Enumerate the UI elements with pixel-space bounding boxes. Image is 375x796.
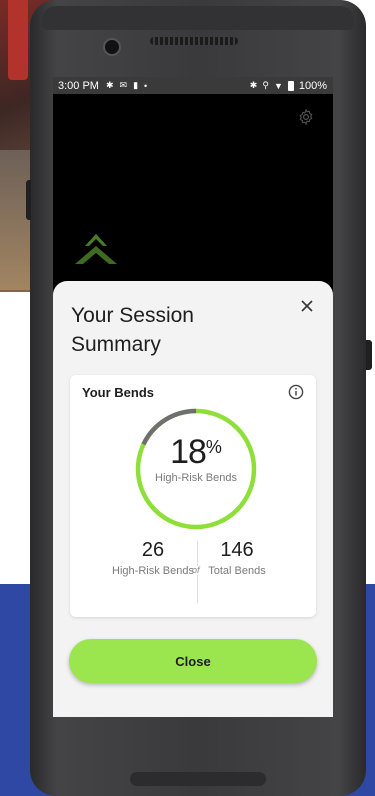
app-screen: 3:00 PM ✱ ✉ ▮ • ✱ ⚲ ▼ 100% Your Session … <box>53 77 333 717</box>
percent-number: 18 <box>170 433 207 471</box>
percent-value: 18% <box>134 433 258 472</box>
close-icon[interactable] <box>299 298 315 314</box>
battery-icon <box>287 80 294 91</box>
location-icon: ⚲ <box>262 80 269 90</box>
wifi-icon: ▼ <box>273 80 283 91</box>
percent-symbol: % <box>205 437 222 457</box>
status-system-icons: ✱ ⚲ ▼ 100% <box>250 77 327 94</box>
status-notification-icons: ✱ ✉ ▮ • <box>106 80 147 91</box>
phone-bottom-grip <box>130 772 266 786</box>
status-bar: 3:00 PM ✱ ✉ ▮ • ✱ ⚲ ▼ 100% <box>53 77 333 94</box>
page-title: Your Session Summary <box>71 304 194 356</box>
phone-side-button-right <box>366 340 372 370</box>
status-time: 3:00 PM <box>58 79 99 92</box>
phone-side-button-left <box>26 180 31 220</box>
settings-small-icon: ✱ <box>105 80 114 90</box>
phone-top-bumper <box>42 6 354 30</box>
total-count: 146 <box>220 539 254 561</box>
battery-percent: 100% <box>298 79 327 92</box>
high-risk-label: High-Risk Bends <box>112 565 194 577</box>
mail-icon: ✉ <box>119 80 128 90</box>
earpiece-speaker <box>150 37 238 45</box>
front-camera <box>103 38 121 56</box>
chevron-up-logo <box>75 234 117 264</box>
high-risk-count: 26 <box>141 539 165 561</box>
total-stat: 146 Total Bends <box>206 539 268 579</box>
total-label: Total Bends <box>208 565 266 577</box>
dot-icon: • <box>144 80 148 91</box>
card-title: Your Bends <box>82 385 154 400</box>
info-icon[interactable] <box>288 384 304 400</box>
of-text: of <box>192 565 200 575</box>
gear-icon[interactable] <box>297 108 315 126</box>
close-button[interactable]: Close <box>69 639 317 683</box>
bends-card: Your Bends 18% High-Risk Bends 26 High-R… <box>70 375 316 617</box>
bluetooth-icon: ✱ <box>249 80 258 90</box>
person-icon: ▮ <box>133 80 139 90</box>
percent-label: High-Risk Bends <box>155 472 237 484</box>
high-risk-stat: 26 High-Risk Bends <box>112 539 194 579</box>
session-summary-sheet: Your Session Summary Your Bends 18% High… <box>53 281 333 717</box>
stat-divider <box>197 541 198 603</box>
